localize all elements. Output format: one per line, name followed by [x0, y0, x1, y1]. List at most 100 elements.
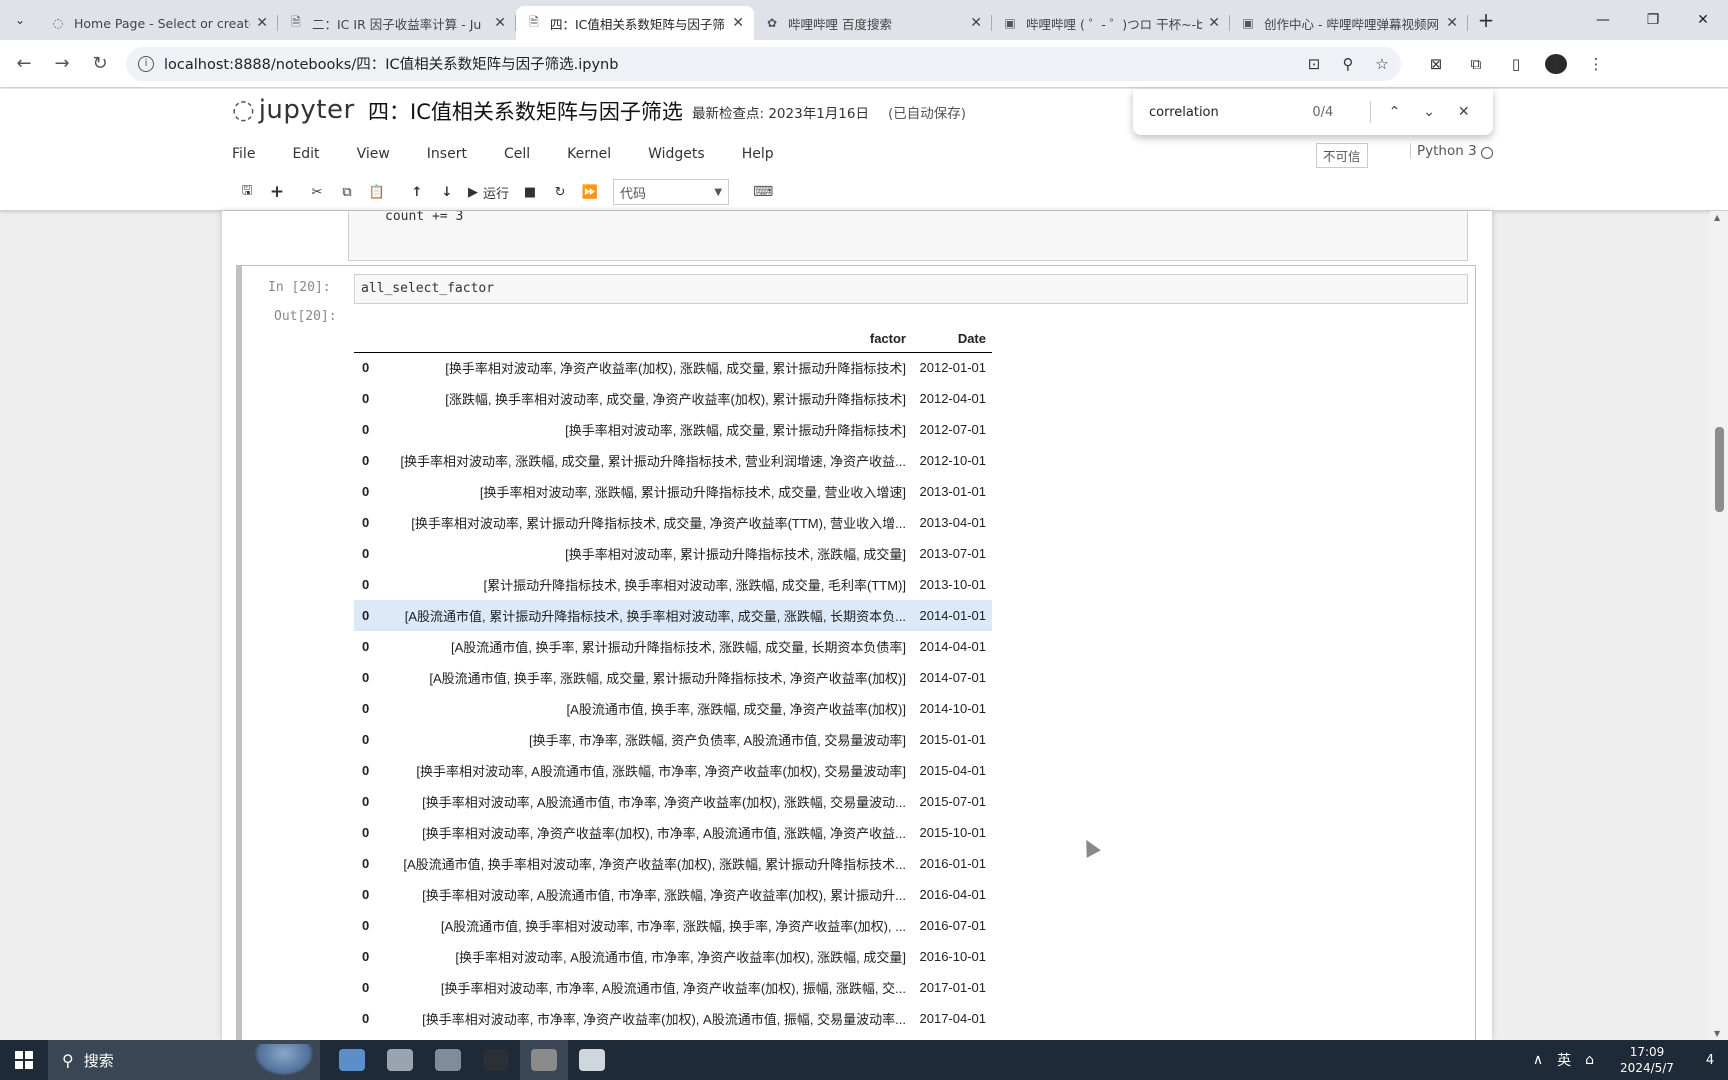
scroll-up-arrow-icon[interactable]: ▲	[1714, 213, 1720, 222]
notebook-title[interactable]: 四：IC值相关系数矩阵与因子筛选	[368, 96, 683, 126]
menu-help[interactable]: Help	[742, 142, 774, 172]
tab-close-icon[interactable]: ✕	[732, 15, 744, 31]
extensions-puzzle-icon[interactable]: ⧉	[1465, 55, 1487, 73]
start-button[interactable]	[0, 1040, 48, 1080]
factor-column-header: factor	[380, 326, 912, 353]
app-wechat-button[interactable]	[568, 1040, 616, 1080]
move-up-icon[interactable]: ↑	[402, 179, 432, 205]
taskbar-search[interactable]: ⚲ 搜索	[48, 1040, 320, 1080]
find-previous-icon[interactable]: ⌃	[1377, 104, 1412, 120]
cell-type-select[interactable]: 代码 ▼	[613, 179, 730, 205]
date-column-header: Date	[912, 326, 992, 353]
app-monitor-button[interactable]	[424, 1040, 472, 1080]
menu-kernel[interactable]: Kernel	[567, 142, 611, 172]
tab-search-chevron-icon[interactable]: ⌄	[0, 0, 40, 40]
move-down-icon[interactable]: ↓	[432, 179, 462, 205]
network-icon[interactable]: ⌂	[1585, 1052, 1594, 1068]
jupyter-logo[interactable]: ◌ jupyter	[232, 95, 355, 125]
notification-button[interactable]: 4	[1692, 1040, 1728, 1080]
restore-icon[interactable]: ❐	[1628, 0, 1678, 40]
row-index: 0	[362, 980, 370, 995]
browser-tab[interactable]: ◌ Home Page - Select or create ✕	[40, 6, 278, 40]
kernel-name[interactable]: Python 3	[1410, 143, 1477, 159]
clock-time: 17:09	[1629, 1045, 1665, 1059]
app-key-button[interactable]	[376, 1040, 424, 1080]
tray-overflow-chevron-icon[interactable]: ∧	[1533, 1052, 1543, 1068]
new-tab-button[interactable]: +	[1468, 8, 1504, 32]
reading-mode-icon[interactable]: ▯	[1505, 55, 1527, 73]
row-index: 0	[362, 670, 370, 685]
interrupt-icon[interactable]: ■	[515, 179, 545, 205]
run-button[interactable]: ▶ 运行	[462, 179, 515, 205]
menu-view[interactable]: View	[357, 142, 390, 172]
system-clock[interactable]: 17:09 2024/5/7	[1612, 1044, 1682, 1076]
find-close-icon[interactable]: ✕	[1446, 104, 1481, 120]
scrollbar-thumb[interactable]	[1715, 427, 1724, 512]
bookmark-star-icon[interactable]: ☆	[1371, 55, 1393, 73]
chevron-down-icon: ▼	[714, 186, 723, 198]
date-cell: 2015-04-01	[919, 763, 987, 778]
row-index: 0	[362, 763, 370, 778]
dataframe-row: 0 [换手率相对波动率, 累计振动升降指标技术, 成交量, 净资产收益率(TTM)…	[354, 507, 992, 538]
browser-tab[interactable]: 🗎 四：IC值相关系数矩阵与因子筛 ✕	[516, 6, 754, 40]
app-jupyter-button[interactable]	[520, 1040, 568, 1080]
keyboard-icon[interactable]: ⌨	[753, 184, 773, 200]
browser-tab-strip: ⌄ ◌ Home Page - Select or create ✕ 🗎 二：IC IR…	[0, 0, 1728, 40]
profile-avatar[interactable]: J	[1545, 53, 1567, 74]
browser-tab[interactable]: ▣ 哔哩哔哩 ( ゜- ゜)つロ 干杯~-bi ✕	[992, 6, 1230, 40]
factor-cell: [换手率相对波动率, 涨跌幅, 成交量, 累计振动升降指标技术]	[565, 423, 906, 438]
tab-close-icon[interactable]: ✕	[970, 15, 982, 31]
ime-indicator[interactable]: 英	[1557, 1050, 1571, 1070]
search-icon: ⚲	[62, 1050, 74, 1070]
browser-tab[interactable]: 🗎 二：IC IR 因子收益率计算 - Ju ✕	[278, 6, 516, 40]
selected-code-cell[interactable]: In [20]: all_select_factor Out[20]: fact…	[236, 265, 1476, 1040]
save-icon[interactable]: 🖫	[232, 179, 262, 205]
back-arrow-icon[interactable]: ←	[6, 46, 42, 82]
zoom-icon[interactable]: ⚲	[1337, 55, 1359, 73]
menu-edit[interactable]: Edit	[292, 142, 319, 172]
extension-x-icon[interactable]: ⊠	[1425, 55, 1447, 73]
find-next-icon[interactable]: ⌄	[1412, 104, 1447, 120]
copy-icon[interactable]: ⧉	[332, 179, 362, 205]
app-wechat-icon	[579, 1049, 605, 1071]
page-scrollbar[interactable]: ▲ ▼	[1710, 211, 1728, 1040]
trust-badge[interactable]: 不可信	[1316, 143, 1368, 168]
clock-date: 2024/5/7	[1620, 1061, 1674, 1075]
restart-icon[interactable]: ↻	[545, 179, 575, 205]
previous-cell-input[interactable]: count += 3	[348, 211, 1468, 261]
menu-file[interactable]: File	[232, 142, 255, 172]
windows-logo-icon	[15, 1051, 33, 1069]
browser-tab[interactable]: ✿ 哔哩哔哩 百度搜索 ✕	[754, 6, 992, 40]
menu-insert[interactable]: Insert	[427, 142, 467, 172]
scroll-down-arrow-icon[interactable]: ▼	[1714, 1029, 1720, 1038]
cell-input-area[interactable]: all_select_factor	[354, 274, 1468, 304]
find-in-page-icon[interactable]: ⊡	[1303, 55, 1325, 73]
paste-icon[interactable]: 📋	[362, 179, 392, 205]
browser-tab[interactable]: ▣ 创作中心 - 哔哩哔哩弹幕视频网 ✕	[1230, 6, 1468, 40]
close-window-icon[interactable]: ✕	[1678, 0, 1728, 40]
tab-close-icon[interactable]: ✕	[1208, 15, 1220, 31]
factor-cell: [换手率相对波动率, 累计振动升降指标技术, 涨跌幅, 成交量]	[565, 547, 906, 562]
reload-icon[interactable]: ↻	[82, 46, 118, 82]
run-label: 运行	[483, 186, 510, 202]
find-divider	[1370, 101, 1372, 123]
add-cell-icon[interactable]: +	[262, 179, 292, 205]
forward-arrow-icon[interactable]: →	[44, 46, 80, 82]
browser-menu-icon[interactable]: ⋮	[1585, 55, 1607, 73]
url-field[interactable]: i localhost:8888/notebooks/四：IC值相关系数矩阵与因…	[126, 46, 1401, 81]
tab-close-icon[interactable]: ✕	[1446, 15, 1458, 31]
site-info-icon[interactable]: i	[138, 55, 154, 72]
tab-close-icon[interactable]: ✕	[256, 15, 268, 31]
app-terminal-button[interactable]	[472, 1040, 520, 1080]
app-fish-button[interactable]	[328, 1040, 376, 1080]
tab-close-icon[interactable]: ✕	[494, 15, 506, 31]
previous-cell-code: count += 3	[385, 211, 464, 224]
minimize-icon[interactable]: —	[1578, 0, 1628, 40]
url-text[interactable]: localhost:8888/notebooks/四：IC值相关系数矩阵与因子筛…	[164, 53, 618, 74]
restart-run-all-icon[interactable]: ⏩	[575, 179, 605, 205]
menu-widgets[interactable]: Widgets	[648, 142, 705, 172]
menu-cell[interactable]: Cell	[504, 142, 530, 172]
find-input[interactable]: correlation	[1149, 105, 1312, 120]
row-index: 0	[362, 484, 370, 499]
cut-icon[interactable]: ✂	[302, 179, 332, 205]
